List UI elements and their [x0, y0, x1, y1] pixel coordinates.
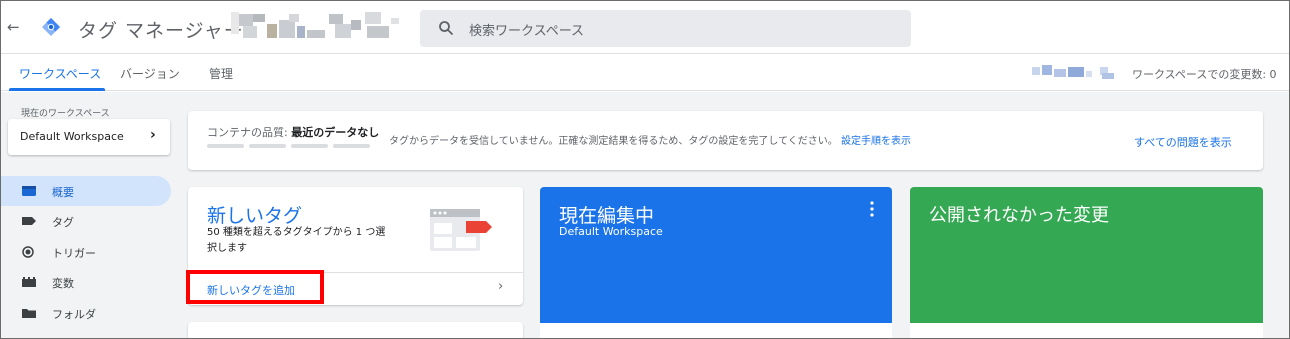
sidebar-item-label: 概要: [52, 186, 74, 199]
variables-icon: [22, 277, 36, 287]
sidebar-item-triggers[interactable]: トリガー: [1, 237, 171, 267]
account-selector-redacted[interactable]: [231, 10, 406, 44]
editing-title: 現在編集中: [559, 205, 655, 227]
quality-label-text: コンテナの品質:: [207, 126, 288, 139]
editing-workspace-name: Default Workspace: [559, 225, 663, 238]
quality-meter-segment: [291, 144, 328, 148]
unpublished-changes-card: 公開されなかった変更: [910, 187, 1263, 338]
new-tag-illustration-icon: [430, 209, 492, 251]
active-tab-indicator: [9, 88, 105, 91]
chevron-right-icon: ›: [150, 127, 156, 143]
quality-meter-segment: [207, 144, 244, 148]
setup-instructions-link[interactable]: 設定手順を表示: [841, 136, 911, 147]
quality-label: コンテナの品質: 最近のデータなし: [207, 124, 379, 140]
more-vert-icon[interactable]: [870, 201, 874, 217]
workspace-selector[interactable]: Default Workspace ›: [8, 119, 170, 155]
container-quality-card: コンテナの品質: 最近のデータなし タグからデータを受信していません。正確な測定…: [188, 111, 1263, 170]
secondary-card: [188, 322, 523, 338]
view-all-issues-link[interactable]: すべての問題を表示: [1134, 134, 1232, 150]
search-placeholder: 検索ワークスペース: [469, 24, 585, 39]
sidebar-item-label: トリガー: [52, 247, 96, 260]
current-workspace-label: 現在のワークスペース: [21, 109, 110, 119]
tab-workspace[interactable]: ワークスペース: [19, 65, 101, 82]
quality-message-text: タグからデータを受信していません。正確な測定結果を得るため、タグの設定を完了して…: [389, 136, 838, 147]
sidebar-item-label: タグ: [52, 216, 74, 229]
top-bar: ← タグ マネージャー 検索ワークスペース: [1, 1, 1289, 53]
sidebar-item-tags[interactable]: タグ: [1, 206, 171, 236]
sidebar-item-label: フォルダ: [52, 308, 96, 321]
sidebar-item-overview[interactable]: 概要: [1, 176, 171, 206]
card-footer: [910, 323, 1263, 338]
new-tag-title: 新しいタグ: [207, 205, 303, 227]
tab-versions[interactable]: バージョン: [120, 65, 180, 82]
sidebar-item-label: 変数: [52, 277, 74, 290]
card-footer: [540, 323, 892, 338]
search-box[interactable]: 検索ワークスペース: [420, 10, 911, 47]
annotation-highlight-box: [186, 270, 324, 304]
search-icon: [439, 21, 454, 36]
chevron-right-icon[interactable]: ›: [498, 279, 503, 294]
folder-icon: [22, 309, 36, 318]
app-title: タグ マネージャー: [78, 20, 244, 42]
quality-meter-segment: [333, 144, 370, 148]
app-window: ← タグ マネージャー 検索ワークスペース ワークスペース バージョン 管理 ワ…: [0, 0, 1290, 339]
trigger-icon: [22, 246, 34, 258]
workspace-changes-count: ワークスペースでの変更数: 0: [1132, 68, 1277, 81]
tag-icon: [22, 217, 36, 225]
quality-message: タグからデータを受信していません。正確な測定結果を得るため、タグの設定を完了して…: [389, 132, 911, 147]
tab-bar: ワークスペース バージョン 管理 ワークスペースでの変更数: 0: [1, 53, 1289, 91]
quality-meter: [207, 144, 370, 148]
back-arrow-icon[interactable]: ←: [7, 19, 23, 35]
quality-meter-segment: [249, 144, 286, 148]
new-tag-description: 50 種類を超えるタグタイプから 1 つ選択します: [207, 227, 386, 254]
main-area: 現在のワークスペース Default Workspace › 概要 タグ トリガ…: [1, 92, 1289, 338]
sidebar-item-variables[interactable]: 変数: [1, 267, 171, 297]
unpublished-title: 公開されなかった変更: [929, 205, 1109, 226]
currently-editing-card: 現在編集中 Default Workspace: [540, 187, 892, 338]
sidebar-item-folders[interactable]: フォルダ: [1, 298, 171, 328]
tab-admin[interactable]: 管理: [209, 65, 233, 82]
overview-icon: [22, 186, 36, 196]
user-info-redacted: [1032, 65, 1114, 79]
quality-value: 最近のデータなし: [291, 126, 380, 139]
gtm-logo-icon[interactable]: [41, 17, 61, 37]
workspace-name: Default Workspace: [20, 130, 124, 143]
